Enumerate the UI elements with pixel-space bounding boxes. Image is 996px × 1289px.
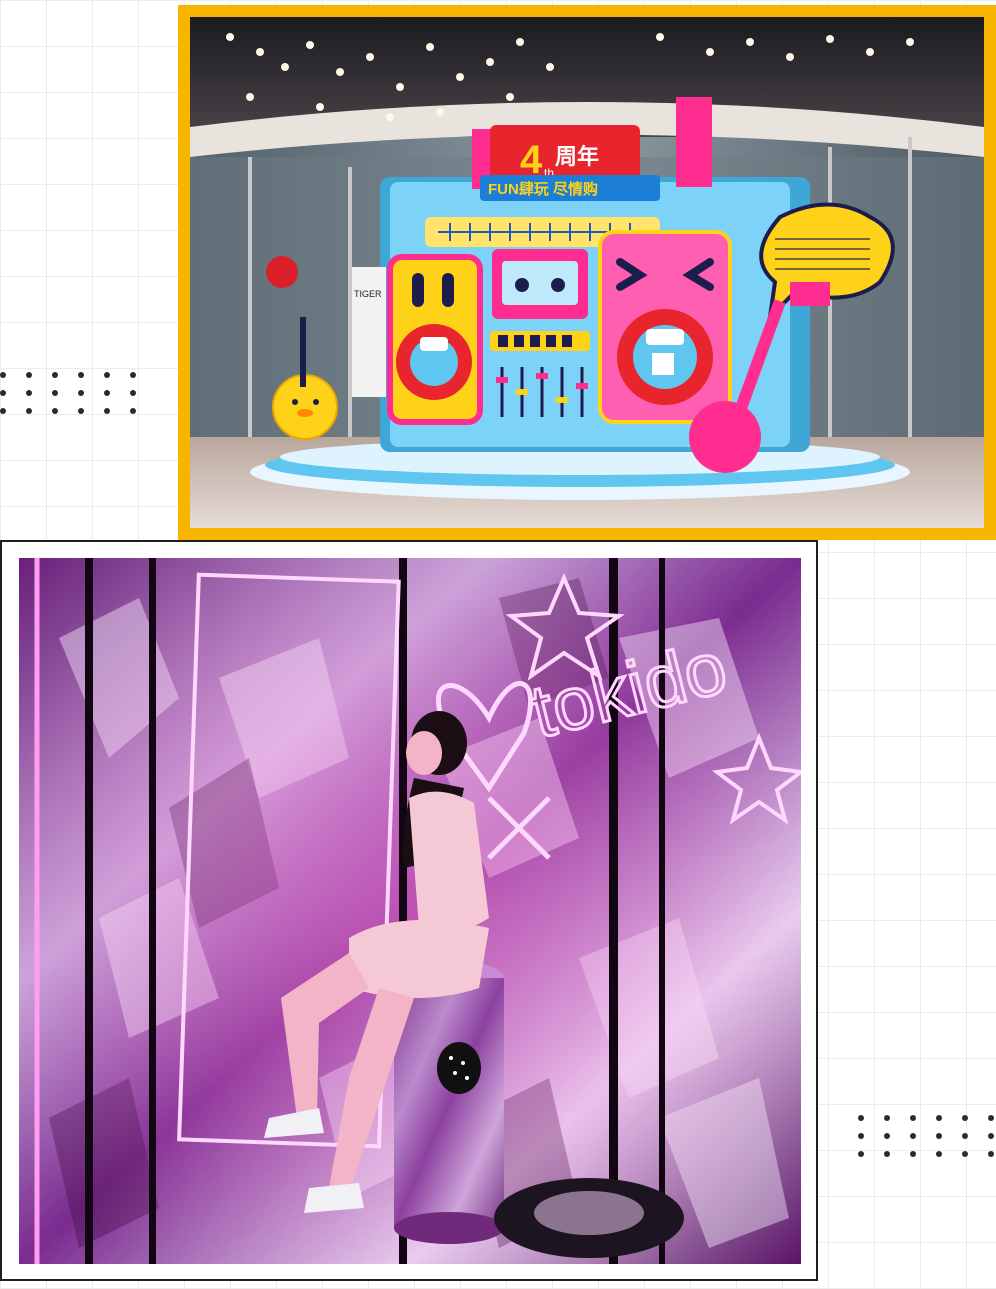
banner-subtitle: FUN肆玩 尽情购: [488, 180, 598, 198]
store-sign: TIGER: [354, 289, 382, 299]
dot-pattern-right: [858, 1115, 996, 1157]
neon-room-scene: tokido: [19, 558, 801, 1264]
banner-title: 周年: [555, 144, 599, 169]
boombox-installation-photo: 4 th 周年 FUN肆玩 尽情购 TIGER: [190, 17, 984, 528]
boombox-scene: 4 th 周年 FUN肆玩 尽情购 TIGER: [190, 17, 984, 528]
top-photo-frame: 4 th 周年 FUN肆玩 尽情购 TIGER: [178, 5, 996, 540]
bottom-photo-frame: tokido: [0, 540, 818, 1281]
neon-foil-room-photo: tokido: [19, 558, 801, 1264]
dot-pattern-left: [0, 372, 156, 414]
